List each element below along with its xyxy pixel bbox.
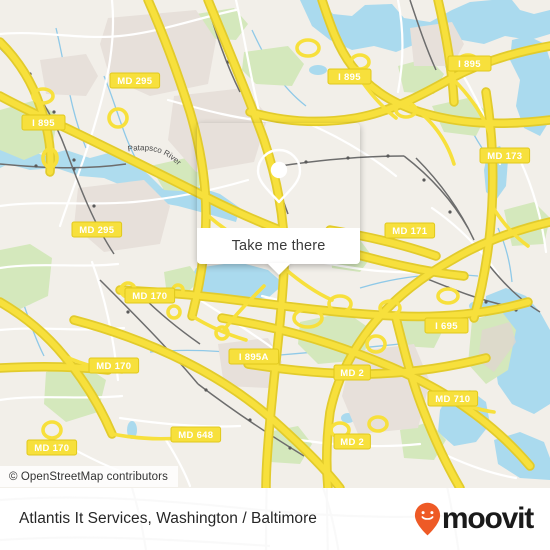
popup-tail-pointer (266, 263, 291, 275)
road-shield: I 695 (424, 317, 469, 334)
road-shield: MD 170 (88, 357, 140, 374)
popup-pin-area (197, 123, 360, 228)
road-shield-label: MD 170 (132, 291, 167, 302)
road-shield-label: MD 295 (117, 76, 152, 87)
road-shield: I 895 (447, 55, 492, 72)
road-shield-label: I 695 (435, 321, 458, 332)
moovit-place-map-view: Patapsco River MD 295 I 895 I 895 I 895 MD 1… (0, 0, 550, 550)
road-shield: MD 170 (124, 287, 176, 304)
road-shield: MD 171 (384, 222, 436, 239)
road-shield: MD 295 (71, 221, 123, 238)
road-shield: MD 173 (479, 147, 531, 164)
road-shield-label: MD 170 (34, 443, 69, 454)
place-title: Atlantis It Services, Washington / Balti… (19, 510, 317, 527)
take-me-there-label: Take me there (231, 238, 326, 254)
road-shield-label: MD 171 (392, 226, 427, 237)
road-shield-label: MD 710 (435, 394, 470, 405)
road-shield: I 895A (228, 348, 280, 365)
road-shield-label: MD 170 (96, 361, 131, 372)
location-pin-icon (256, 148, 301, 203)
road-shield-label: MD 295 (79, 225, 114, 236)
road-shield-label: I 895A (239, 352, 269, 363)
place-popup-card[interactable]: Take me there (197, 123, 360, 275)
moovit-wordmark: moovit (441, 502, 534, 535)
road-shield: MD 170 (26, 439, 78, 456)
road-shield-label: I 895 (338, 72, 361, 83)
road-shield: MD 710 (427, 390, 479, 407)
page-footer: Atlantis It Services, Washington / Balti… (0, 488, 550, 550)
moovit-smiley-pin-icon (414, 502, 440, 536)
road-shield: I 895 (21, 114, 66, 131)
map-attribution[interactable]: © OpenStreetMap contributors (0, 466, 178, 487)
road-shield-label: MD 648 (178, 430, 213, 441)
road-shield: MD 295 (109, 72, 161, 89)
road-shield-label: MD 2 (340, 437, 364, 448)
road-shield-label: MD 2 (340, 368, 364, 379)
road-shield: MD 2 (333, 364, 371, 381)
popup-action-bar[interactable]: Take me there (197, 228, 360, 275)
road-shield-label: I 895 (458, 59, 481, 70)
road-shield-label: MD 173 (487, 151, 522, 162)
attribution-text: © OpenStreetMap contributors (9, 470, 168, 483)
road-shield: MD 2 (333, 433, 371, 450)
moovit-logo[interactable]: moovit (414, 502, 534, 536)
road-shield-label: I 895 (32, 118, 55, 129)
road-shield: MD 648 (170, 426, 222, 443)
road-shield: I 895 (327, 68, 372, 85)
